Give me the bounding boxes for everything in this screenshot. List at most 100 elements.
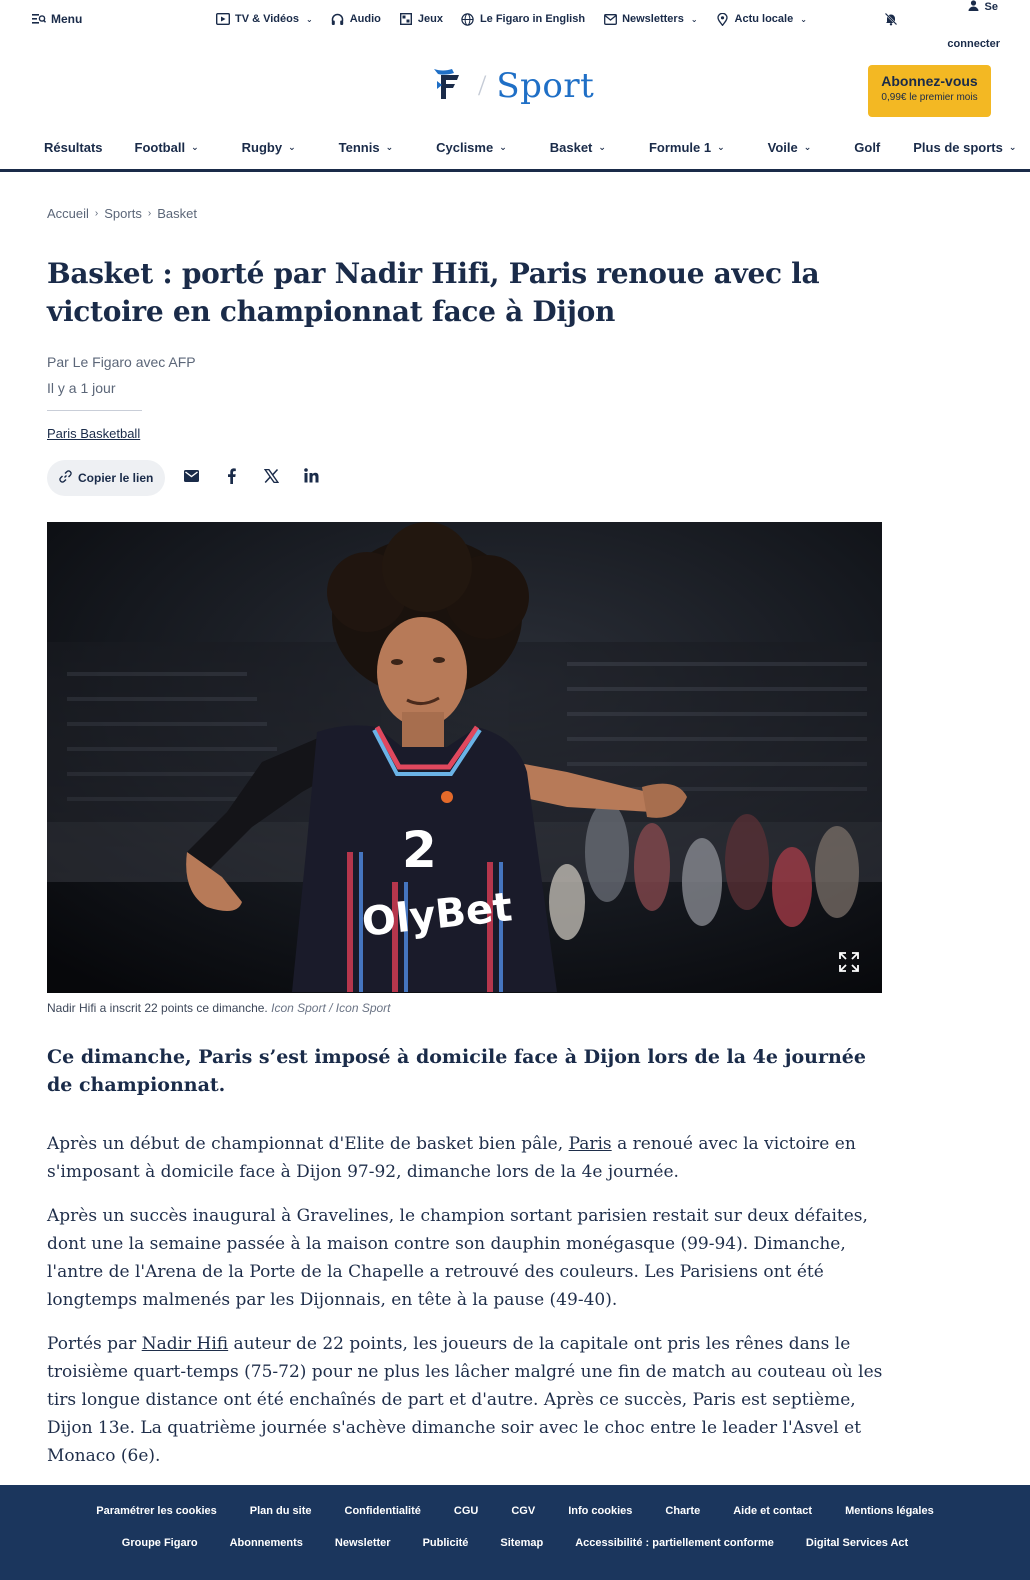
sportnav-item-football[interactable]: Football ⌄	[135, 140, 199, 155]
article-title: Basket : porté par Nadir Hifi, Paris ren…	[47, 257, 820, 328]
chevron-right-icon: ›	[94, 208, 99, 219]
share-facebook-button[interactable]	[211, 460, 251, 496]
copy-link-button[interactable]: Copier le lien	[47, 460, 166, 496]
util-label: Audio	[349, 13, 381, 25]
sportnav-item-tennis[interactable]: Tennis ⌄	[339, 140, 393, 155]
login-line1: Se	[938, 0, 1028, 14]
article-photo[interactable]: 2 OlyBet	[47, 522, 882, 993]
menu-label: Menu	[51, 12, 83, 26]
footer-link[interactable]: Charte	[665, 1505, 700, 1517]
sportnav-item-golf[interactable]: Golf	[854, 140, 880, 155]
footer-link[interactable]: Groupe Figaro	[122, 1537, 198, 1549]
footer-link[interactable]: Publicité	[423, 1537, 469, 1549]
footer-link[interactable]: Digital Services Act	[806, 1537, 908, 1549]
bell-off-icon	[884, 12, 898, 26]
facebook-icon	[227, 467, 236, 489]
login-link[interactable]: Se connecter	[938, 0, 1028, 50]
footer-link[interactable]: Abonnements	[230, 1537, 303, 1549]
link-paris[interactable]: Paris	[569, 1134, 612, 1154]
menu-icon	[32, 12, 46, 26]
location-icon	[716, 12, 730, 26]
breadcrumb-item-accueil[interactable]: Accueil	[47, 206, 89, 221]
article-body: Après un début de championnat d'Elite de…	[47, 1130, 887, 1486]
sportnav-label: Cyclisme	[436, 140, 494, 155]
sportnav-item-cyclisme[interactable]: Cyclisme ⌄	[436, 140, 507, 155]
svg-text:2: 2	[402, 821, 437, 879]
sportnav-item-voile[interactable]: Voile ⌄	[768, 140, 812, 155]
sportnav-label: Tennis	[338, 140, 380, 155]
breadcrumb-item-sports[interactable]: Sports	[104, 206, 142, 221]
play-icon	[216, 12, 230, 26]
chevron-down-icon: ⌄	[385, 142, 394, 152]
figaro-logo[interactable]	[432, 67, 464, 106]
article-tag[interactable]: Paris Basketball	[47, 426, 140, 441]
footer-link[interactable]: CGU	[454, 1505, 478, 1517]
footer-link[interactable]: Aide et contact	[733, 1505, 812, 1517]
util-label: Newsletters	[622, 13, 684, 25]
util-english[interactable]: Le Figaro in English	[461, 12, 585, 26]
expand-photo-button[interactable]	[836, 949, 862, 975]
menu-button[interactable]: Menu	[32, 12, 82, 26]
footer-link[interactable]: Info cookies	[568, 1505, 632, 1517]
share-linkedin-button[interactable]	[291, 460, 331, 496]
email-icon	[183, 469, 199, 487]
sportnav-item-plus-de-sports[interactable]: Plus de sports ⌄	[913, 140, 1016, 155]
util-audio[interactable]: Audio	[331, 12, 381, 26]
util-jeux[interactable]: Jeux	[399, 12, 443, 26]
globe-icon	[461, 12, 475, 26]
util-actu-locale[interactable]: Actu locale ⌄	[716, 12, 807, 26]
brand-divider: /	[478, 69, 487, 102]
caption-credit: Icon Sport / Icon Sport	[271, 1001, 391, 1015]
footer-link[interactable]: Confidentialité	[345, 1505, 421, 1517]
top-utility-bar: Menu TV & Vidéos ⌄ Audio Jeux Le Figaro …	[0, 0, 1030, 50]
share-email-button[interactable]	[171, 460, 211, 496]
link-nadir-hifi[interactable]: Nadir Hifi	[142, 1334, 228, 1354]
footer-link[interactable]: Accessibilité : partiellement conforme	[575, 1537, 774, 1549]
util-label: Le Figaro in English	[479, 13, 586, 25]
sportnav-item-résultats[interactable]: Résultats	[44, 140, 103, 155]
chevron-right-icon: ›	[147, 208, 152, 219]
user-icon	[968, 0, 979, 14]
footer-link[interactable]: Sitemap	[500, 1537, 543, 1549]
share-x-button[interactable]	[251, 460, 291, 496]
photo-basketball-player: 2 OlyBet	[47, 522, 882, 993]
footer-link[interactable]: Paramétrer les cookies	[96, 1505, 216, 1517]
subscribe-button[interactable]: Abonnez-vous 0,99€ le premier mois	[868, 65, 991, 117]
chevron-down-icon: ⌄	[717, 142, 725, 152]
brand-header: / Sport	[432, 66, 594, 106]
caption-text: Nadir Hifi a inscrit 22 points ce dimanc…	[47, 1001, 268, 1015]
footer-link[interactable]: Mentions légales	[845, 1505, 934, 1517]
sportnav-item-basket[interactable]: Basket ⌄	[550, 140, 606, 155]
article-author: Par Le Figaro avec AFP	[47, 354, 196, 370]
chevron-down-icon: ⌄	[305, 14, 313, 24]
article-byline: Par Le Figaro avec AFP Il y a 1 jour	[47, 349, 196, 401]
paragraph-1: Après un début de championnat d'Elite de…	[47, 1130, 887, 1186]
sportnav-label: Formule 1	[648, 140, 712, 155]
sportnav-item-formule-1[interactable]: Formule 1 ⌄	[649, 140, 725, 155]
copy-link-label: Copier le lien	[78, 471, 154, 485]
article-date: Il y a 1 jour	[47, 380, 116, 396]
util-newsletters[interactable]: Newsletters ⌄	[603, 12, 698, 26]
headphones-icon	[331, 12, 345, 26]
chevron-down-icon: ⌄	[598, 142, 606, 152]
notifications-button[interactable]	[884, 12, 898, 31]
util-tv-videos[interactable]: TV & Vidéos ⌄	[216, 12, 313, 26]
footer-link[interactable]: Newsletter	[335, 1537, 391, 1549]
mail-icon	[603, 12, 617, 26]
chevron-down-icon: ⌄	[499, 142, 507, 152]
paragraph-2: Après un succès inaugural à Gravelines, …	[47, 1206, 868, 1310]
linkedin-icon	[304, 468, 319, 488]
footer-link[interactable]: CGV	[511, 1505, 535, 1517]
sportnav-label: Plus de sports	[913, 140, 1003, 155]
util-label: TV & Vidéos	[235, 13, 299, 25]
link-icon	[59, 470, 72, 486]
chevron-down-icon: ⌄	[288, 142, 296, 152]
footer-link[interactable]: Plan du site	[250, 1505, 312, 1517]
breadcrumb-item-basket[interactable]: Basket	[157, 206, 197, 221]
sport-nav: Résultats Football ⌄ Rugby ⌄ Tennis ⌄ Cyclisme ⌄…	[0, 138, 1030, 172]
section-title[interactable]: Sport	[496, 66, 594, 106]
sportnav-label: Voile	[767, 140, 798, 155]
sportnav-label: Basket	[549, 140, 593, 155]
sportnav-item-rugby[interactable]: Rugby ⌄	[242, 140, 296, 155]
chevron-down-icon: ⌄	[1008, 142, 1017, 152]
